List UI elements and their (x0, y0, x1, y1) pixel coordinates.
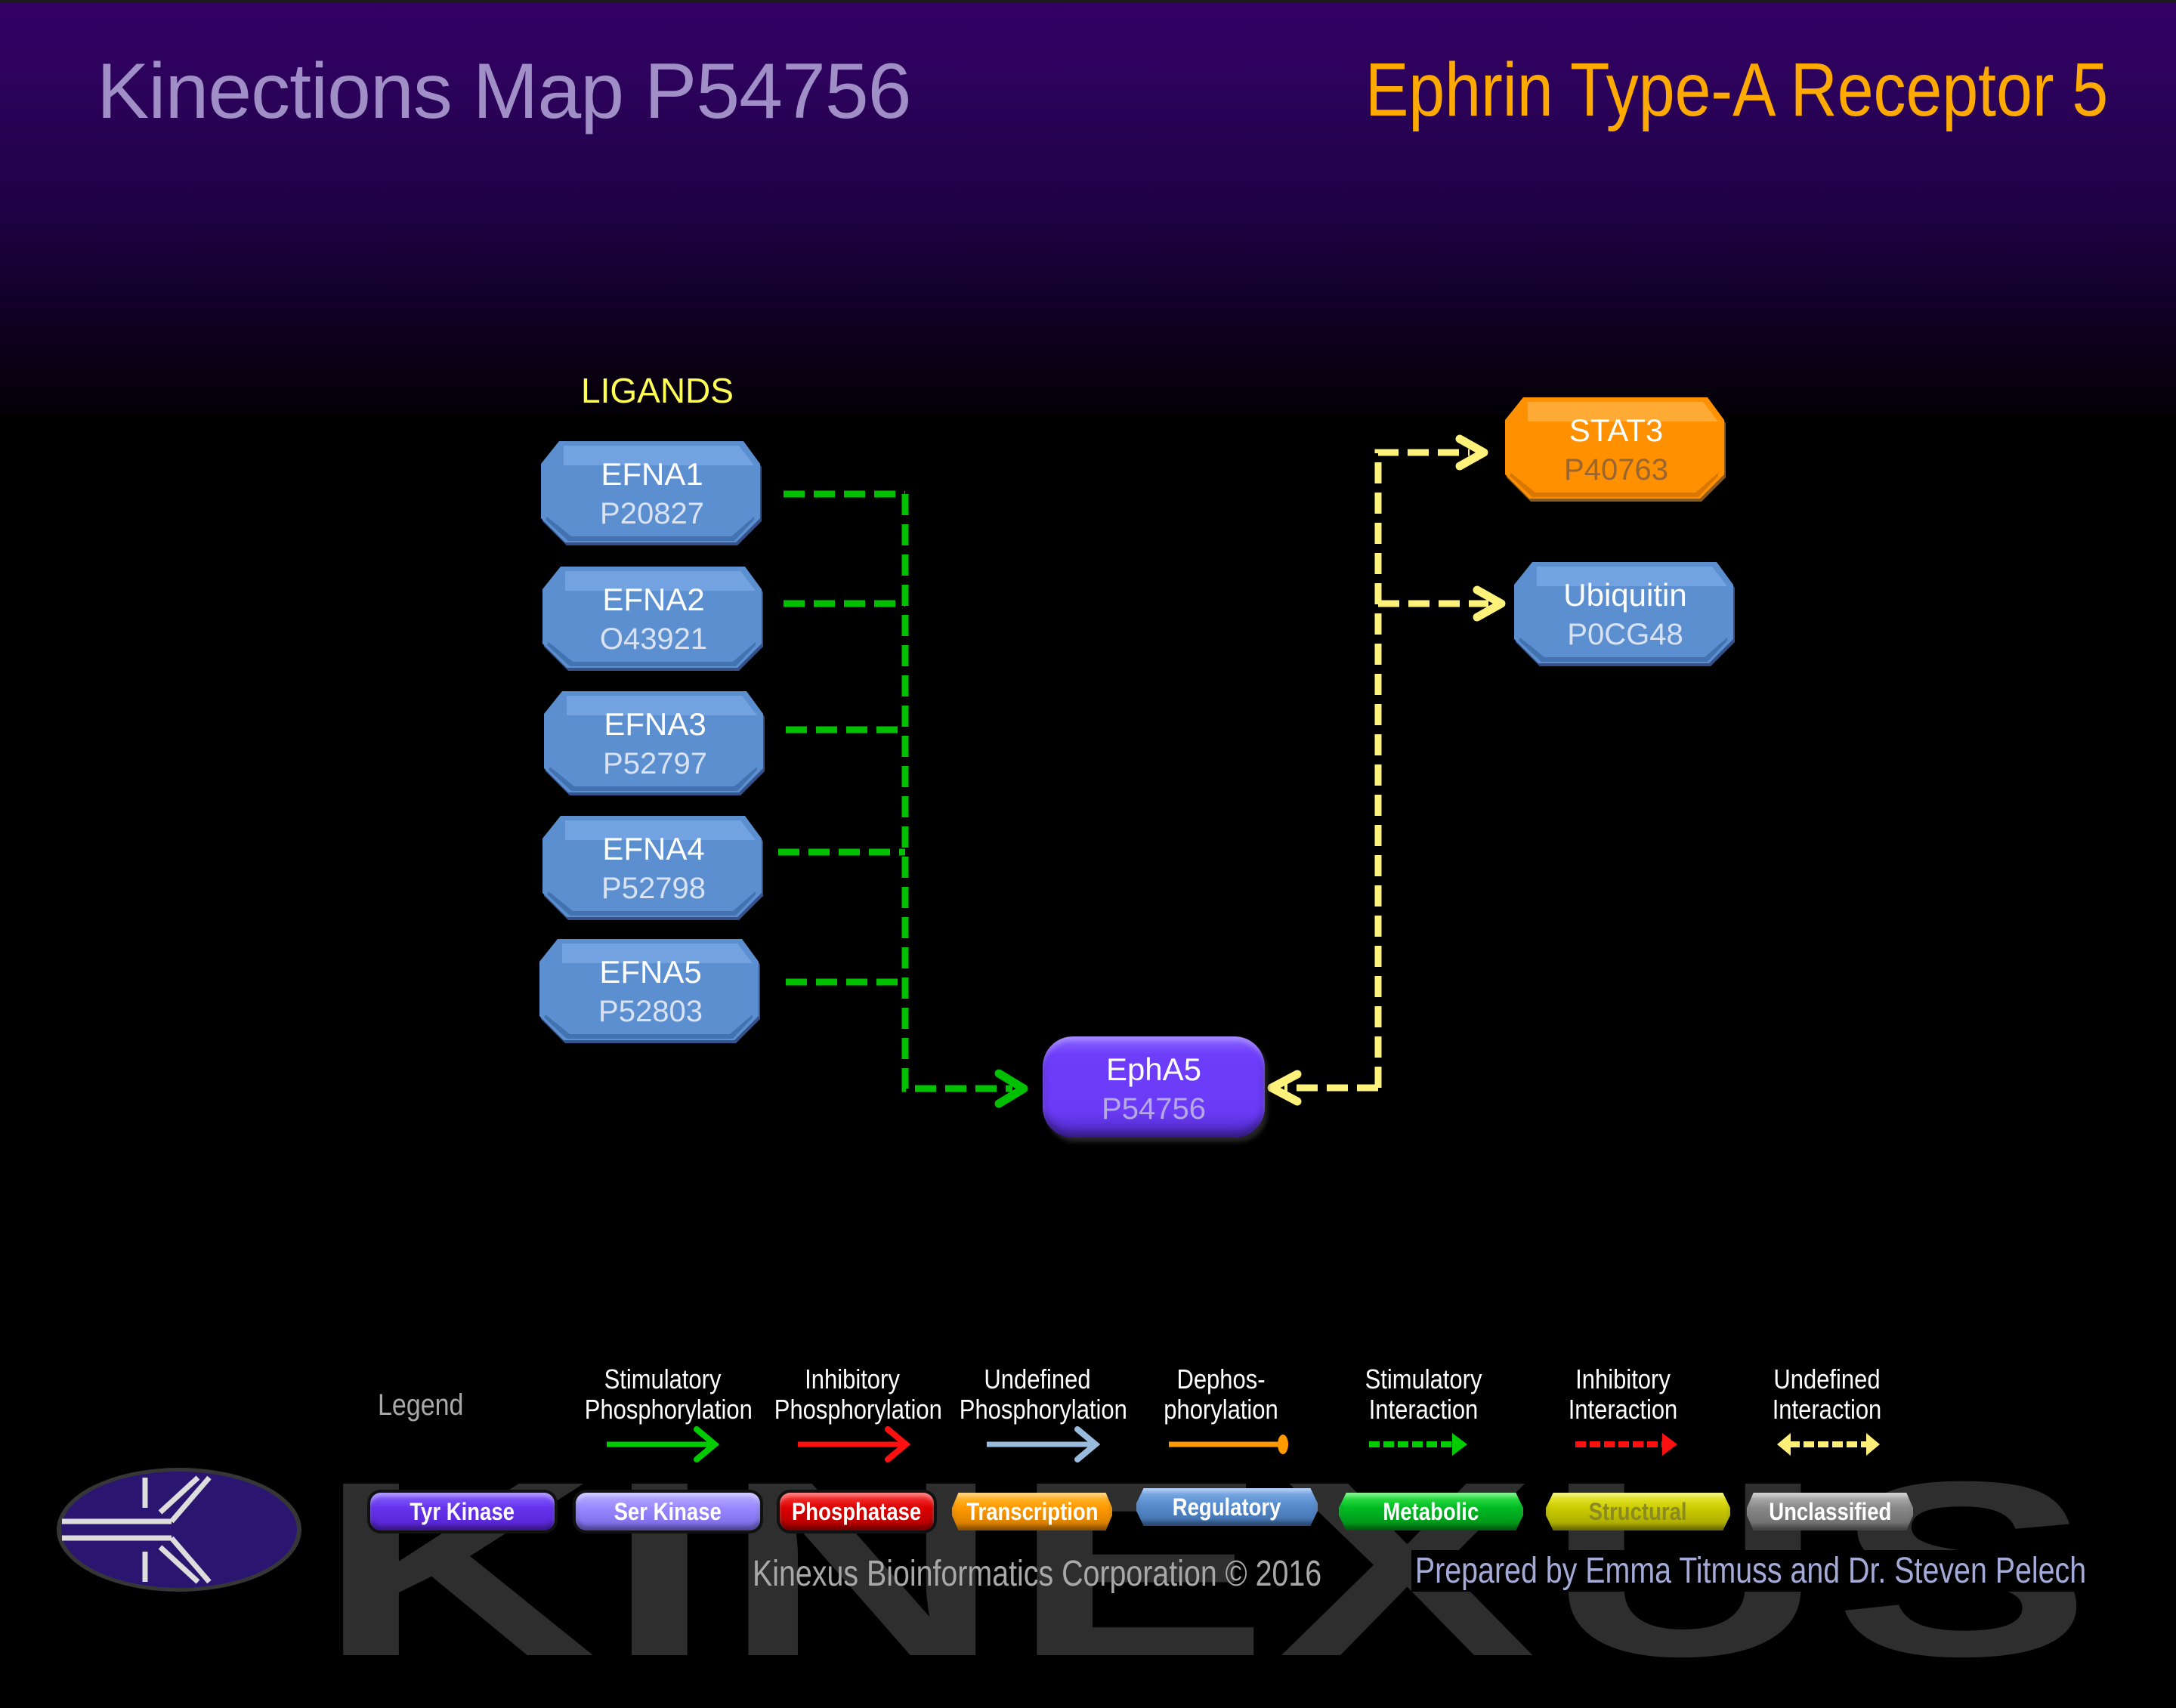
undefined-phosphorylation-arrow (987, 1426, 1101, 1462)
stimulatory-phosphorylation-arrow (607, 1426, 720, 1462)
inhibitory-phosphorylation-arrow (798, 1426, 911, 1462)
legend-phosphatase: Phosphatase (780, 1493, 934, 1530)
legend-pill-label: Tyr Kinase (410, 1498, 515, 1525)
legend-pill-label: Structural (1589, 1498, 1687, 1525)
legend-pill-label: Phosphatase (792, 1498, 922, 1525)
stimulatory-interaction-arrow (1369, 1433, 1467, 1456)
dephosphorylation-arrow (1169, 1435, 1288, 1454)
legend-regulatory: Regulatory (1136, 1488, 1318, 1526)
legend-metabolic: Metabolic (1339, 1493, 1523, 1530)
legend-arrows (607, 1426, 1880, 1462)
inhibitory-interaction-arrow (1575, 1433, 1677, 1456)
kinexus-logo-icon (57, 1468, 301, 1592)
legend-ser-kinase: Ser Kinase (576, 1493, 760, 1530)
legend-unclassified: Unclassified (1747, 1493, 1913, 1530)
legend-pill-label: Regulatory (1173, 1493, 1281, 1521)
undefined-interaction-arrow (1777, 1433, 1880, 1456)
legend-pill-label: Unclassified (1768, 1498, 1892, 1525)
legend-structural: Structural (1546, 1493, 1730, 1530)
copyright-text: Kinexus Bioinformatics Corporation © 201… (753, 1554, 1322, 1594)
legend-pill-label: Transcription (966, 1498, 1099, 1525)
legend-tyr-kinase: Tyr Kinase (370, 1493, 555, 1530)
legend-pill-label: Ser Kinase (614, 1498, 722, 1525)
legend-pill-label: Metabolic (1383, 1498, 1479, 1525)
prepared-by-text: Prepared by Emma Titmuss and Dr. Steven … (1411, 1550, 2091, 1592)
legend-transcription: Transcription (952, 1493, 1112, 1530)
